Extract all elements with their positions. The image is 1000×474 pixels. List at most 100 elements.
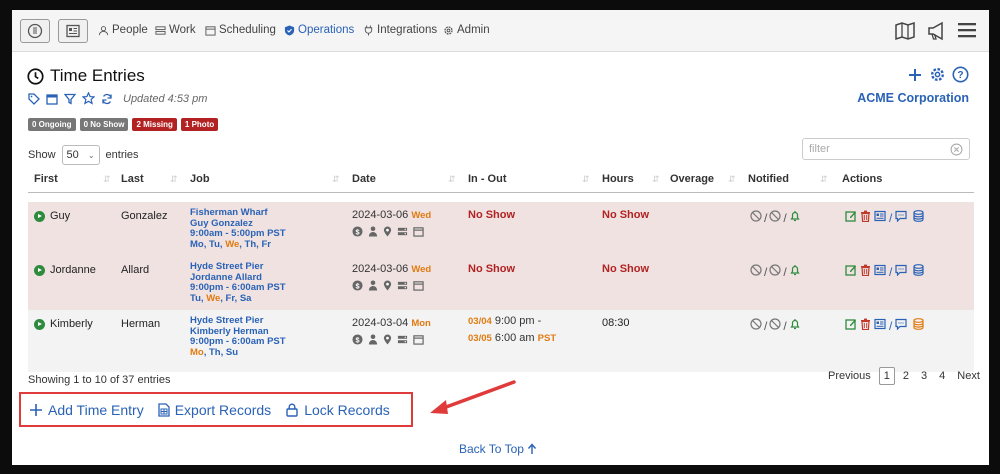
ban-icon[interactable] — [769, 210, 781, 225]
calendar-icon[interactable] — [413, 334, 424, 348]
calendar-icon[interactable] — [413, 226, 424, 240]
cell-date: 2024-03-06 Wed — [352, 263, 431, 275]
lock-records-button[interactable]: Lock Records — [285, 402, 390, 418]
hamburger-menu-icon — [958, 23, 976, 38]
badge-no-show[interactable]: 0 No Show — [79, 118, 129, 131]
column-overage[interactable]: Overage — [670, 173, 714, 185]
nav-scheduling[interactable]: Scheduling — [205, 24, 276, 36]
location-pin-icon[interactable] — [383, 334, 392, 348]
column-first[interactable]: First — [34, 173, 58, 185]
edit-icon[interactable] — [845, 264, 857, 279]
filter-input[interactable]: filter — [802, 138, 970, 160]
play-status-icon[interactable] — [34, 211, 45, 222]
newspaper-icon[interactable] — [874, 264, 886, 279]
dollar-icon[interactable]: $ — [352, 334, 363, 348]
dashboard-button[interactable] — [58, 19, 88, 43]
pagination-page-4[interactable]: 4 — [935, 368, 949, 384]
nav-integrations[interactable]: Integrations — [363, 24, 437, 36]
date-value: 2024-03-06 — [352, 209, 409, 221]
column-hours[interactable]: Hours — [602, 173, 634, 185]
export-records-button[interactable]: Export Records — [158, 402, 271, 418]
filter-icon[interactable] — [64, 93, 76, 105]
refresh-icon[interactable] — [101, 93, 113, 105]
server-icon[interactable] — [397, 334, 408, 348]
edit-icon[interactable] — [845, 318, 857, 333]
server-icon[interactable] — [397, 226, 408, 240]
badge-photo[interactable]: 1 Photo — [180, 118, 219, 131]
chat-icon[interactable] — [895, 318, 907, 333]
chat-icon[interactable] — [895, 210, 907, 225]
newspaper-icon[interactable] — [874, 210, 886, 225]
announcements-button[interactable] — [926, 20, 948, 42]
menu-button[interactable] — [957, 20, 977, 40]
clear-icon[interactable] — [950, 143, 963, 156]
clock-icon — [27, 67, 44, 85]
star-icon[interactable] — [82, 92, 95, 105]
pagination-next[interactable]: Next — [953, 368, 984, 384]
add-time-entry-button[interactable]: Add Time Entry — [29, 402, 144, 418]
chat-icon[interactable] — [895, 264, 907, 279]
person-icon[interactable] — [368, 226, 378, 240]
cell-job[interactable]: Fisherman Wharf Guy Gonzalez 9:00am - 5:00… — [190, 207, 286, 250]
calendar-icon[interactable] — [413, 280, 424, 294]
column-in-out[interactable]: In - Out — [468, 173, 507, 185]
nav-operations[interactable]: Operations — [284, 24, 354, 36]
trash-icon[interactable] — [860, 318, 871, 333]
play-status-icon[interactable] — [34, 265, 45, 276]
column-date[interactable]: Date — [352, 173, 376, 185]
logo-button[interactable] — [20, 19, 50, 43]
database-icon[interactable] — [913, 318, 924, 333]
ban-icon[interactable] — [769, 318, 781, 333]
server-icon[interactable] — [397, 280, 408, 294]
dollar-icon[interactable]: $ — [352, 226, 363, 240]
play-status-icon[interactable] — [34, 319, 45, 330]
ban-icon[interactable] — [750, 210, 762, 225]
trash-icon[interactable] — [860, 210, 871, 225]
person-icon[interactable] — [368, 334, 378, 348]
pagination-page-2[interactable]: 2 — [899, 368, 913, 384]
cell-actions: / — [845, 264, 924, 279]
cell-job[interactable]: Hyde Street Pier Kimberly Herman 9:00pm - … — [190, 315, 286, 358]
bell-icon[interactable] — [789, 210, 801, 225]
person-icon[interactable] — [368, 280, 378, 294]
badge-missing[interactable]: 2 Missing — [132, 118, 177, 131]
calendar-icon[interactable] — [46, 93, 58, 105]
column-notified[interactable]: Notified — [748, 173, 789, 185]
page-length-select[interactable]: 50 ⌄ — [61, 145, 100, 165]
cell-job[interactable]: Hyde Street Pier Jordanne Allard 9:00pm - … — [190, 261, 286, 304]
ban-icon[interactable] — [750, 264, 762, 279]
pagination-page-3[interactable]: 3 — [917, 368, 931, 384]
nav-admin[interactable]: Admin — [443, 24, 490, 36]
database-icon[interactable] — [913, 264, 924, 279]
nav-people[interactable]: People — [98, 24, 148, 36]
show-label: Show — [28, 149, 56, 161]
trash-icon[interactable] — [860, 264, 871, 279]
plus-icon[interactable] — [907, 67, 923, 83]
tag-icon[interactable] — [28, 92, 40, 105]
column-job[interactable]: Job — [190, 173, 210, 185]
bell-icon[interactable] — [789, 264, 801, 279]
help-icon[interactable]: ? — [952, 66, 969, 83]
badge-ongoing[interactable]: 0 Ongoing — [28, 118, 76, 131]
dollar-icon[interactable]: $ — [352, 280, 363, 294]
newspaper-icon[interactable] — [874, 318, 886, 333]
pagination-previous[interactable]: Previous — [824, 368, 875, 384]
bell-icon[interactable] — [789, 318, 801, 333]
pagination-page-1[interactable]: 1 — [878, 367, 895, 385]
location-pin-icon[interactable] — [383, 226, 392, 240]
sort-icon: ⇵ — [652, 174, 660, 184]
edit-icon[interactable] — [845, 210, 857, 225]
job-days-pre: Tu, — [190, 292, 207, 304]
gear-icon[interactable] — [929, 66, 946, 83]
nav-work[interactable]: Work — [155, 24, 196, 36]
entries-label: entries — [105, 149, 139, 161]
ban-icon[interactable] — [769, 264, 781, 279]
column-last[interactable]: Last — [121, 173, 144, 185]
map-button[interactable] — [894, 20, 916, 42]
date-value: 2024-03-06 — [352, 263, 409, 275]
database-icon[interactable] — [913, 210, 924, 225]
back-to-top-link[interactable]: Back To Top — [459, 442, 537, 456]
ban-icon[interactable] — [750, 318, 762, 333]
location-pin-icon[interactable] — [383, 280, 392, 294]
table-info: Showing 1 to 10 of 37 entries — [28, 374, 171, 386]
